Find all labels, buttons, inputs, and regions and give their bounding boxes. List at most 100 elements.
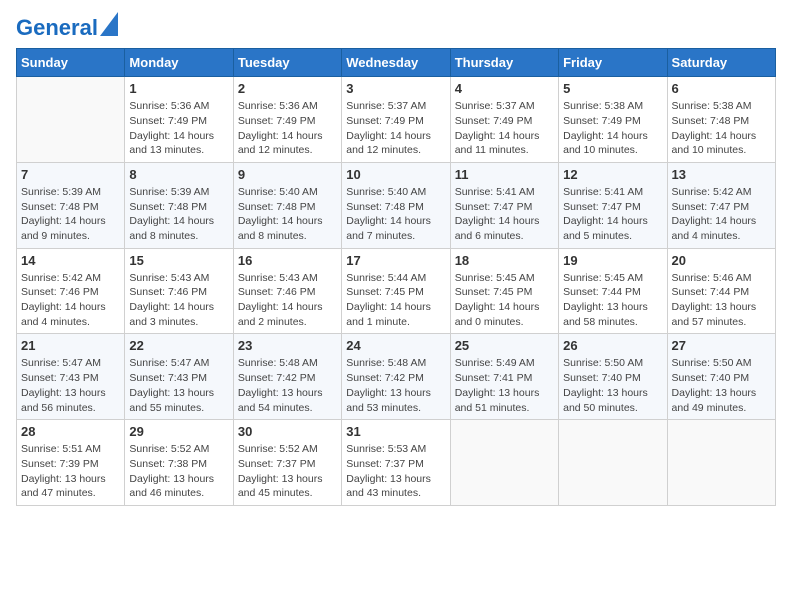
day-info: Sunrise: 5:47 AMSunset: 7:43 PMDaylight:… [129, 356, 228, 415]
day-cell [17, 77, 125, 163]
day-info: Sunrise: 5:41 AMSunset: 7:47 PMDaylight:… [455, 185, 554, 244]
day-cell [450, 420, 558, 506]
day-number: 31 [346, 424, 445, 439]
day-cell: 31 Sunrise: 5:53 AMSunset: 7:37 PMDaylig… [342, 420, 450, 506]
day-info: Sunrise: 5:43 AMSunset: 7:46 PMDaylight:… [238, 271, 337, 330]
col-header-saturday: Saturday [667, 49, 775, 77]
day-number: 3 [346, 81, 445, 96]
col-header-friday: Friday [559, 49, 667, 77]
day-cell: 26 Sunrise: 5:50 AMSunset: 7:40 PMDaylig… [559, 334, 667, 420]
day-number: 2 [238, 81, 337, 96]
day-number: 30 [238, 424, 337, 439]
day-number: 26 [563, 338, 662, 353]
day-info: Sunrise: 5:40 AMSunset: 7:48 PMDaylight:… [346, 185, 445, 244]
day-info: Sunrise: 5:49 AMSunset: 7:41 PMDaylight:… [455, 356, 554, 415]
day-number: 22 [129, 338, 228, 353]
day-info: Sunrise: 5:44 AMSunset: 7:45 PMDaylight:… [346, 271, 445, 330]
day-cell: 17 Sunrise: 5:44 AMSunset: 7:45 PMDaylig… [342, 248, 450, 334]
day-info: Sunrise: 5:48 AMSunset: 7:42 PMDaylight:… [346, 356, 445, 415]
day-info: Sunrise: 5:53 AMSunset: 7:37 PMDaylight:… [346, 442, 445, 501]
day-number: 5 [563, 81, 662, 96]
day-info: Sunrise: 5:36 AMSunset: 7:49 PMDaylight:… [238, 99, 337, 158]
day-info: Sunrise: 5:40 AMSunset: 7:48 PMDaylight:… [238, 185, 337, 244]
day-number: 28 [21, 424, 120, 439]
day-cell: 29 Sunrise: 5:52 AMSunset: 7:38 PMDaylig… [125, 420, 233, 506]
day-cell: 5 Sunrise: 5:38 AMSunset: 7:49 PMDayligh… [559, 77, 667, 163]
day-number: 10 [346, 167, 445, 182]
day-number: 17 [346, 253, 445, 268]
week-row-3: 14 Sunrise: 5:42 AMSunset: 7:46 PMDaylig… [17, 248, 776, 334]
day-cell: 28 Sunrise: 5:51 AMSunset: 7:39 PMDaylig… [17, 420, 125, 506]
day-info: Sunrise: 5:36 AMSunset: 7:49 PMDaylight:… [129, 99, 228, 158]
day-info: Sunrise: 5:43 AMSunset: 7:46 PMDaylight:… [129, 271, 228, 330]
day-number: 20 [672, 253, 771, 268]
logo-icon [100, 12, 118, 36]
day-number: 1 [129, 81, 228, 96]
day-cell: 7 Sunrise: 5:39 AMSunset: 7:48 PMDayligh… [17, 162, 125, 248]
day-info: Sunrise: 5:52 AMSunset: 7:38 PMDaylight:… [129, 442, 228, 501]
col-header-monday: Monday [125, 49, 233, 77]
day-info: Sunrise: 5:37 AMSunset: 7:49 PMDaylight:… [346, 99, 445, 158]
day-number: 24 [346, 338, 445, 353]
day-info: Sunrise: 5:42 AMSunset: 7:47 PMDaylight:… [672, 185, 771, 244]
day-info: Sunrise: 5:46 AMSunset: 7:44 PMDaylight:… [672, 271, 771, 330]
day-number: 27 [672, 338, 771, 353]
day-info: Sunrise: 5:48 AMSunset: 7:42 PMDaylight:… [238, 356, 337, 415]
day-info: Sunrise: 5:39 AMSunset: 7:48 PMDaylight:… [21, 185, 120, 244]
day-cell: 8 Sunrise: 5:39 AMSunset: 7:48 PMDayligh… [125, 162, 233, 248]
week-row-2: 7 Sunrise: 5:39 AMSunset: 7:48 PMDayligh… [17, 162, 776, 248]
day-number: 19 [563, 253, 662, 268]
day-info: Sunrise: 5:38 AMSunset: 7:49 PMDaylight:… [563, 99, 662, 158]
day-cell: 6 Sunrise: 5:38 AMSunset: 7:48 PMDayligh… [667, 77, 775, 163]
day-number: 29 [129, 424, 228, 439]
day-cell: 9 Sunrise: 5:40 AMSunset: 7:48 PMDayligh… [233, 162, 341, 248]
day-cell: 4 Sunrise: 5:37 AMSunset: 7:49 PMDayligh… [450, 77, 558, 163]
day-cell [559, 420, 667, 506]
day-info: Sunrise: 5:47 AMSunset: 7:43 PMDaylight:… [21, 356, 120, 415]
day-number: 12 [563, 167, 662, 182]
day-cell: 19 Sunrise: 5:45 AMSunset: 7:44 PMDaylig… [559, 248, 667, 334]
week-row-5: 28 Sunrise: 5:51 AMSunset: 7:39 PMDaylig… [17, 420, 776, 506]
week-row-4: 21 Sunrise: 5:47 AMSunset: 7:43 PMDaylig… [17, 334, 776, 420]
day-number: 23 [238, 338, 337, 353]
day-cell [667, 420, 775, 506]
col-header-thursday: Thursday [450, 49, 558, 77]
day-cell: 20 Sunrise: 5:46 AMSunset: 7:44 PMDaylig… [667, 248, 775, 334]
calendar-table: SundayMondayTuesdayWednesdayThursdayFrid… [16, 48, 776, 506]
day-cell: 10 Sunrise: 5:40 AMSunset: 7:48 PMDaylig… [342, 162, 450, 248]
day-cell: 12 Sunrise: 5:41 AMSunset: 7:47 PMDaylig… [559, 162, 667, 248]
day-number: 16 [238, 253, 337, 268]
day-info: Sunrise: 5:41 AMSunset: 7:47 PMDaylight:… [563, 185, 662, 244]
col-header-wednesday: Wednesday [342, 49, 450, 77]
day-number: 11 [455, 167, 554, 182]
day-number: 6 [672, 81, 771, 96]
day-number: 14 [21, 253, 120, 268]
day-cell: 13 Sunrise: 5:42 AMSunset: 7:47 PMDaylig… [667, 162, 775, 248]
day-cell: 2 Sunrise: 5:36 AMSunset: 7:49 PMDayligh… [233, 77, 341, 163]
day-cell: 14 Sunrise: 5:42 AMSunset: 7:46 PMDaylig… [17, 248, 125, 334]
week-row-1: 1 Sunrise: 5:36 AMSunset: 7:49 PMDayligh… [17, 77, 776, 163]
day-info: Sunrise: 5:50 AMSunset: 7:40 PMDaylight:… [563, 356, 662, 415]
day-info: Sunrise: 5:45 AMSunset: 7:44 PMDaylight:… [563, 271, 662, 330]
day-cell: 27 Sunrise: 5:50 AMSunset: 7:40 PMDaylig… [667, 334, 775, 420]
day-cell: 30 Sunrise: 5:52 AMSunset: 7:37 PMDaylig… [233, 420, 341, 506]
day-cell: 15 Sunrise: 5:43 AMSunset: 7:46 PMDaylig… [125, 248, 233, 334]
day-info: Sunrise: 5:45 AMSunset: 7:45 PMDaylight:… [455, 271, 554, 330]
day-number: 21 [21, 338, 120, 353]
col-header-sunday: Sunday [17, 49, 125, 77]
day-cell: 25 Sunrise: 5:49 AMSunset: 7:41 PMDaylig… [450, 334, 558, 420]
day-number: 25 [455, 338, 554, 353]
col-header-tuesday: Tuesday [233, 49, 341, 77]
logo-text-line1: General [16, 16, 98, 40]
day-number: 15 [129, 253, 228, 268]
day-cell: 24 Sunrise: 5:48 AMSunset: 7:42 PMDaylig… [342, 334, 450, 420]
day-cell: 11 Sunrise: 5:41 AMSunset: 7:47 PMDaylig… [450, 162, 558, 248]
day-number: 9 [238, 167, 337, 182]
logo: General [16, 16, 118, 36]
day-number: 18 [455, 253, 554, 268]
day-info: Sunrise: 5:38 AMSunset: 7:48 PMDaylight:… [672, 99, 771, 158]
day-info: Sunrise: 5:42 AMSunset: 7:46 PMDaylight:… [21, 271, 120, 330]
page-header: General [16, 16, 776, 36]
day-cell: 23 Sunrise: 5:48 AMSunset: 7:42 PMDaylig… [233, 334, 341, 420]
day-number: 7 [21, 167, 120, 182]
